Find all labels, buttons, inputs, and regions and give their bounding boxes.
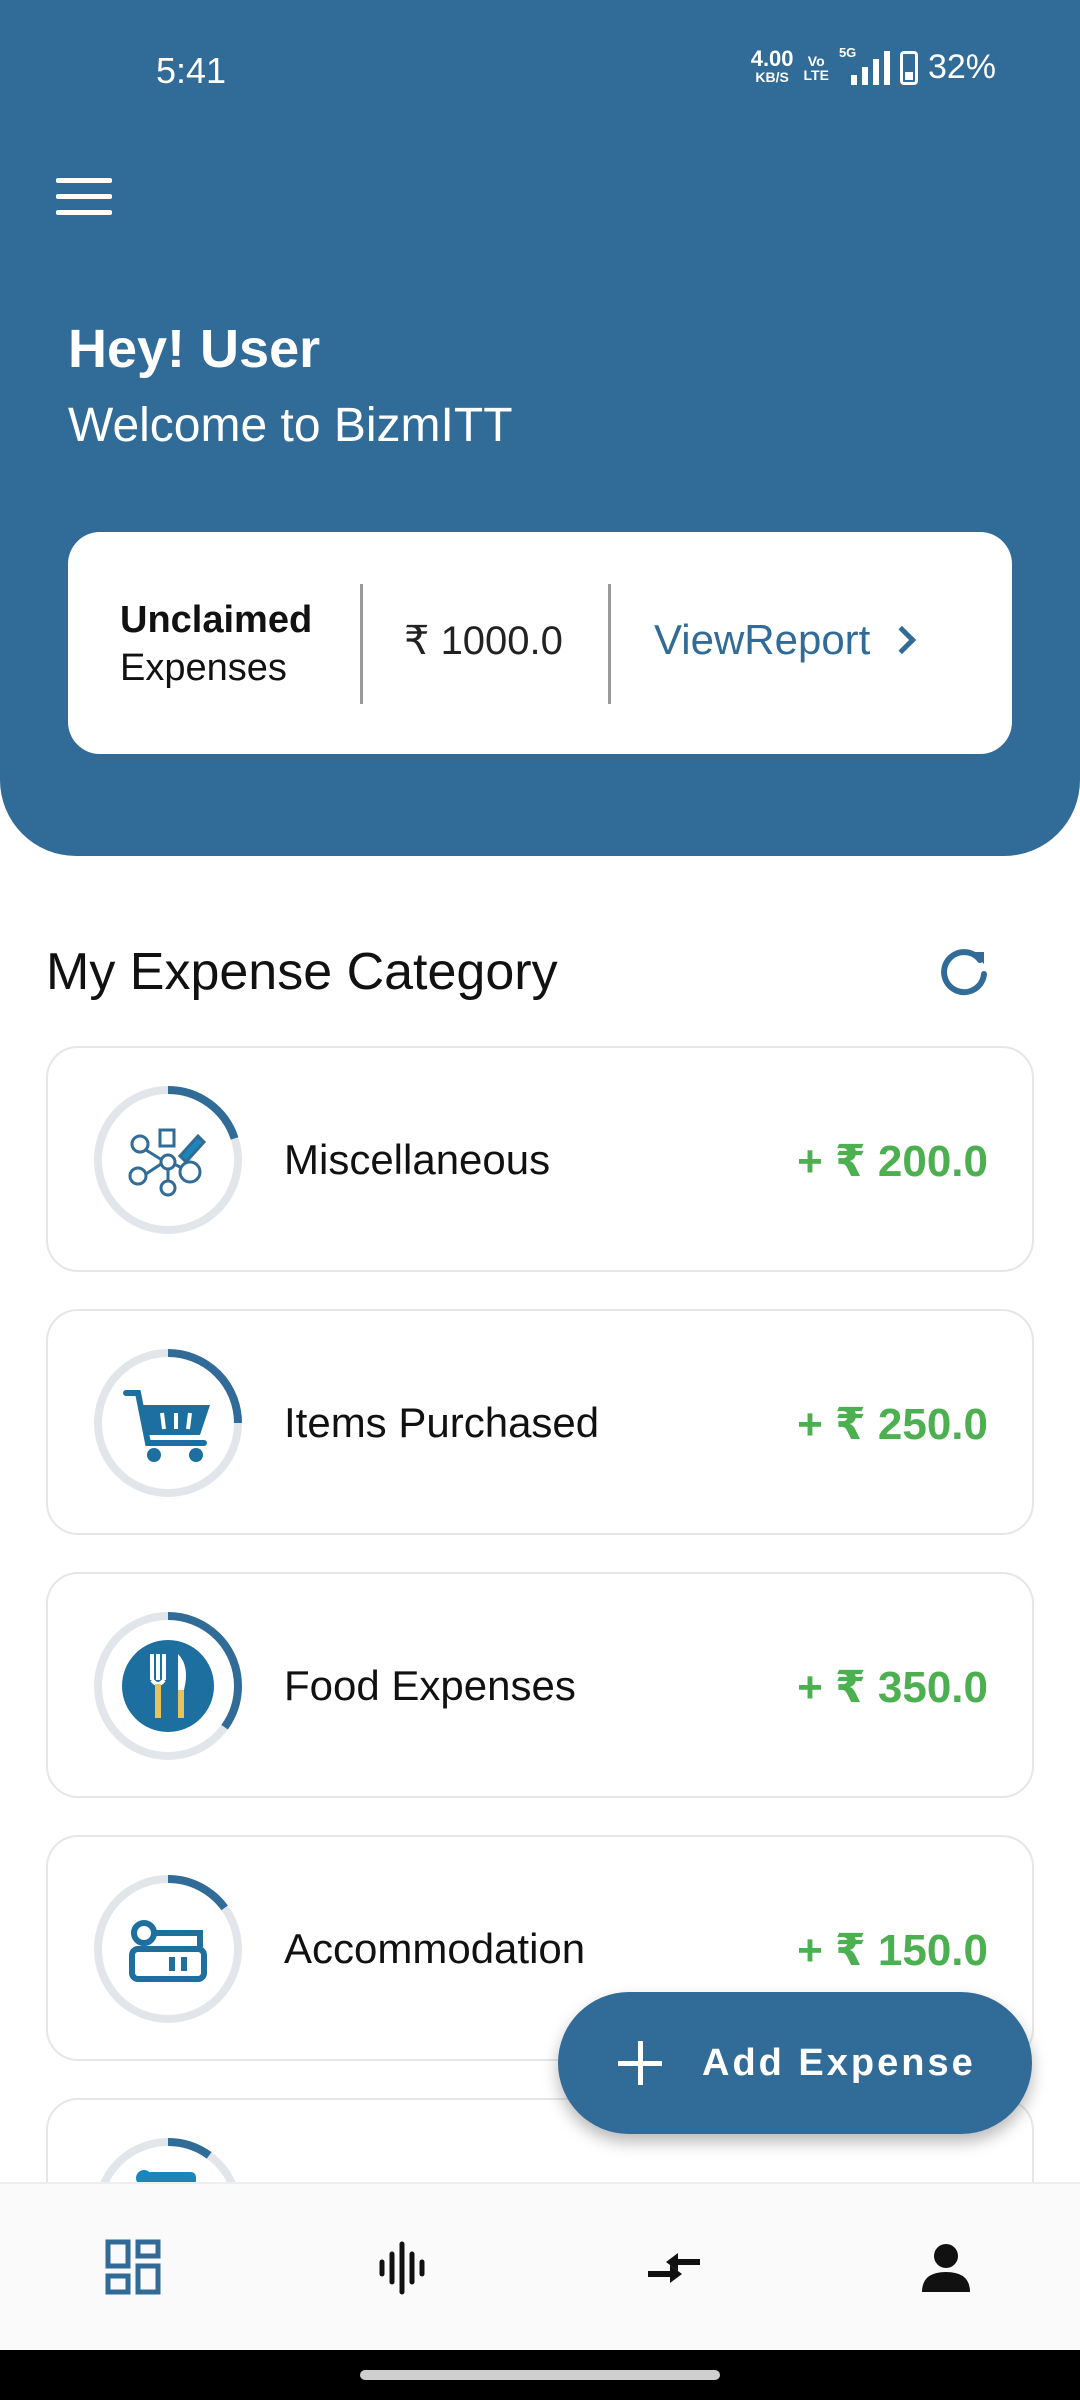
category-name: Food Expenses (284, 1662, 576, 1709)
add-expense-label: Add Expense (702, 2041, 976, 2084)
volte-bottom: LTE (803, 66, 829, 83)
welcome-subtitle: Welcome to BizmITT (68, 399, 513, 452)
bed-icon (129, 1920, 207, 1982)
audio-wave-icon[interactable] (374, 2238, 434, 2298)
signal-bar-4 (883, 50, 890, 85)
divider (360, 584, 363, 704)
home-indicator[interactable] (360, 2370, 720, 2380)
plus-icon (618, 2041, 662, 2085)
category-amount: + ₹ 250.0 (797, 1400, 988, 1449)
network-type: 5G (838, 44, 857, 60)
add-expense-button[interactable]: Add Expense (558, 1992, 1032, 2134)
battery-icon (899, 50, 918, 85)
dashboard-icon[interactable] (104, 2238, 164, 2298)
network-speed: 4.00 KB/S (751, 47, 794, 86)
category-card-items-purchased[interactable]: Items Purchased + ₹ 250.0 (46, 1309, 1034, 1535)
category-name: Items Purchased (284, 1399, 600, 1446)
progress-ring (92, 1873, 244, 2025)
screen: 5:41 4.00 KB/S Vo LTE 5G 32% Hey! User W… (0, 0, 1080, 2400)
bottom-navigation (0, 2182, 1080, 2350)
greeting-title: Hey! User (68, 319, 321, 379)
volte-top: Vo (807, 52, 825, 69)
network-speed-unit: KB/S (755, 68, 789, 85)
category-amount: + ₹ 350.0 (797, 1663, 988, 1712)
signal-bar-3 (872, 58, 879, 85)
unclaimed-label-bold: Unclaimed (120, 599, 313, 641)
category-amount: + ₹ 200.0 (797, 1137, 988, 1186)
volte-icon: Vo LTE (804, 54, 829, 82)
menu-line (56, 194, 112, 199)
section-title: My Expense Category (46, 943, 558, 1001)
unclaimed-label-text: Expenses (120, 647, 287, 689)
transfer-icon[interactable] (644, 2238, 704, 2298)
status-icons: 4.00 KB/S Vo LTE 5G 32% (751, 45, 996, 87)
battery-percent: 32% (927, 48, 996, 86)
category-card-food-expenses[interactable]: Food Expenses + ₹ 350.0 (46, 1572, 1034, 1798)
unclaimed-label: Unclaimed Expenses (120, 596, 312, 692)
miscellaneous-icon (128, 1128, 207, 1197)
chevron-right-icon (888, 625, 917, 655)
menu-line (56, 178, 112, 183)
network-speed-value: 4.00 (750, 45, 794, 71)
divider (608, 584, 611, 704)
progress-ring (92, 1347, 244, 1499)
view-report-link[interactable]: ViewReport (654, 616, 917, 664)
shopping-cart-icon (123, 1390, 210, 1462)
signal-icon: 5G (839, 45, 890, 85)
status-time: 5:41 (156, 50, 227, 91)
menu-line (56, 210, 112, 215)
unclaimed-amount: ₹ 1000.0 (404, 619, 563, 663)
menu-icon[interactable] (56, 178, 112, 218)
signal-bar-2 (861, 66, 868, 85)
signal-bar-1 (850, 74, 857, 85)
progress-ring (92, 1084, 244, 1236)
gesture-bar (0, 2350, 1080, 2400)
progress-ring (92, 1610, 244, 1762)
category-name: Miscellaneous (284, 1136, 551, 1183)
refresh-icon[interactable] (936, 944, 992, 1000)
view-report-label: ViewReport (654, 616, 871, 663)
category-card-miscellaneous[interactable]: Miscellaneous + ₹ 200.0 (46, 1046, 1034, 1272)
profile-icon[interactable] (916, 2238, 976, 2298)
status-bar: 5:41 4.00 KB/S Vo LTE 5G 32% (0, 0, 1080, 140)
category-name: Accommodation (284, 1925, 586, 1972)
fork-knife-icon (122, 1640, 214, 1732)
header: 5:41 4.00 KB/S Vo LTE 5G 32% Hey! User W… (0, 0, 1080, 856)
category-amount: + ₹ 150.0 (797, 1926, 988, 1975)
unclaimed-summary-card: Unclaimed Expenses ₹ 1000.0 ViewReport (68, 532, 1012, 754)
